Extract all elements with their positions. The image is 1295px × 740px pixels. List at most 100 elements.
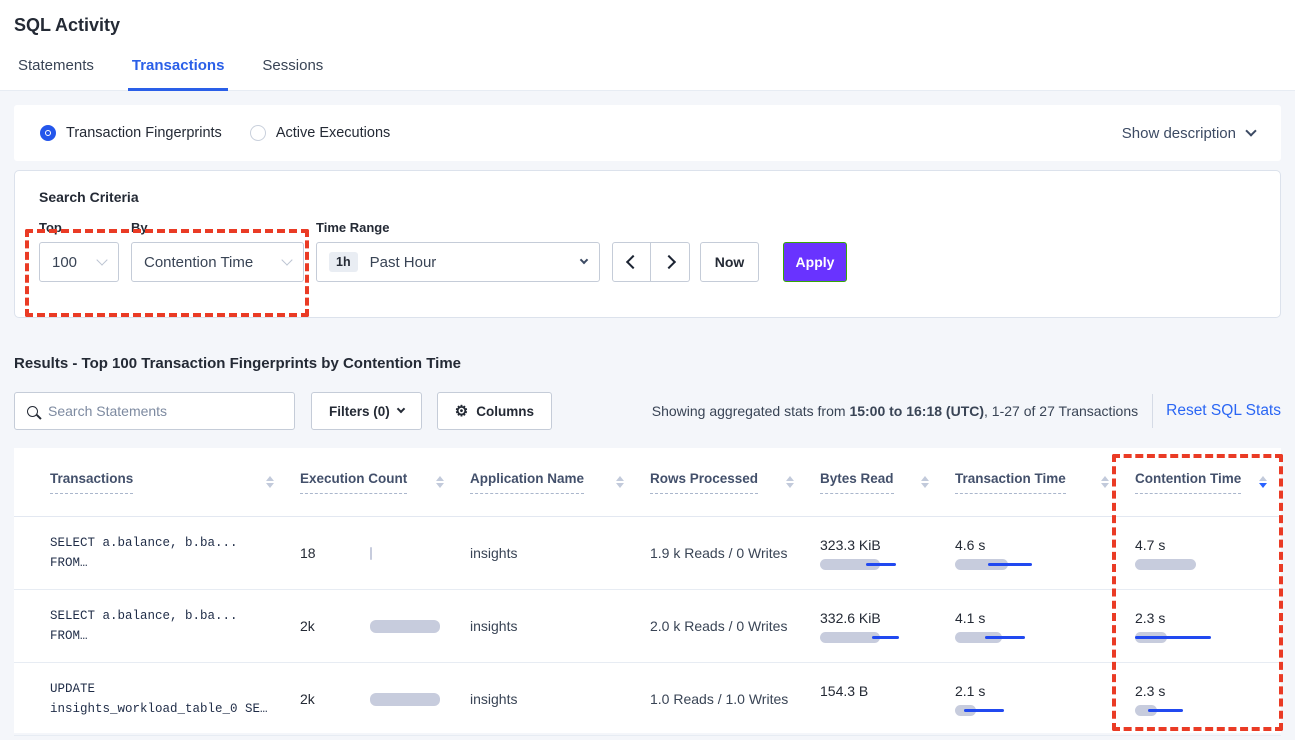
column-label: Execution Count xyxy=(300,471,407,494)
chevron-down-icon xyxy=(1245,125,1256,136)
results-heading: Results - Top 100 Transaction Fingerprin… xyxy=(14,355,1281,372)
bytes-read-cell: 154.3 B xyxy=(820,683,955,716)
bytes-read-metric: 154.3 B xyxy=(820,683,955,716)
sort-icon[interactable] xyxy=(616,476,624,488)
chevron-down-icon xyxy=(397,405,405,413)
bar-mean xyxy=(820,632,880,643)
execution-count-bar xyxy=(370,693,440,706)
query-line-1: SELECT a.balance, b.ba... xyxy=(50,533,238,553)
table-row[interactable]: UPDATEinsights_workload_table_0 SE…2kins… xyxy=(14,663,1281,736)
bar-stddev-line xyxy=(988,563,1032,566)
stats-time-range: 15:00 to 16:18 (UTC) xyxy=(849,403,984,419)
execution-count-cell: 18 xyxy=(300,545,470,561)
time-range-value: Past Hour xyxy=(370,254,437,271)
contention-time-metric: 2.3 s xyxy=(1135,610,1281,643)
table-header-row: Transactions Execution Count Application N… xyxy=(14,448,1281,517)
bytes-read-bar-chart xyxy=(820,559,955,570)
top-bar: SQL Activity StatementsTransactionsSessi… xyxy=(0,0,1295,91)
bytes-read-cell: 332.6 KiB xyxy=(820,610,955,643)
application-name-cell: insights xyxy=(470,691,650,707)
time-range-select[interactable]: 1h Past Hour xyxy=(316,242,600,282)
rows-processed-cell: 1.0 Reads / 1.0 Writes xyxy=(650,691,820,707)
column-label: Transaction Time xyxy=(955,471,1066,494)
bar-stddev-line xyxy=(1148,709,1183,712)
sort-icon[interactable] xyxy=(436,476,444,488)
bar-stddev-line xyxy=(872,636,899,639)
column-header-bytes-read[interactable]: Bytes Read xyxy=(820,471,955,494)
bar-stddev-line xyxy=(985,636,1025,639)
sort-icon[interactable] xyxy=(786,476,794,488)
execution-count-value: 18 xyxy=(300,545,370,561)
table-row[interactable]: SELECT a.balance, b.ba...FROM…2k insights… xyxy=(14,590,1281,663)
apply-button[interactable]: Apply xyxy=(783,242,847,282)
by-label: By xyxy=(131,220,304,235)
sort-desc-arrow-icon xyxy=(436,483,444,488)
transaction-time-cell: 2.1 s xyxy=(955,683,1135,716)
sort-desc-arrow-icon xyxy=(616,483,624,488)
sort-icon[interactable] xyxy=(266,476,274,488)
columns-button[interactable]: ⚙ Columns xyxy=(437,392,552,430)
sort-asc-arrow-icon xyxy=(1101,476,1109,481)
sort-asc-arrow-icon xyxy=(1259,476,1267,481)
radio-icon[interactable] xyxy=(40,125,56,141)
reset-sql-stats-link[interactable]: Reset SQL Stats xyxy=(1166,402,1281,420)
bytes-read-value: 323.3 KiB xyxy=(820,537,955,553)
contention-time-bar-chart xyxy=(1135,559,1281,570)
time-range-next-button[interactable] xyxy=(651,242,690,282)
column-header-transaction-time[interactable]: Transaction Time xyxy=(955,471,1135,494)
column-header-application-name[interactable]: Application Name xyxy=(470,471,650,494)
time-range-prev-button[interactable] xyxy=(612,242,651,282)
contention-time-metric: 2.3 s xyxy=(1135,683,1281,716)
contention-time-cell: 2.3 s xyxy=(1135,683,1281,716)
column-label: Contention Time xyxy=(1135,471,1241,494)
radio-active-executions[interactable]: Active Executions xyxy=(250,125,390,141)
column-header-execution-count[interactable]: Execution Count xyxy=(300,471,470,494)
contention-time-bar-chart xyxy=(1135,705,1281,716)
table-row[interactable]: SELECT a.balance, b.ba...FROM…18 insights… xyxy=(14,517,1281,590)
radio-transaction-fingerprints[interactable]: Transaction Fingerprints xyxy=(40,125,222,141)
sort-asc-arrow-icon xyxy=(436,476,444,481)
top-select[interactable]: 100 xyxy=(39,242,119,282)
query-line-2: insights_workload_table_0 SE… xyxy=(50,699,268,719)
application-name-cell: insights xyxy=(470,545,650,561)
bytes-read-cell: 323.3 KiB xyxy=(820,537,955,570)
chevron-left-icon xyxy=(626,255,640,269)
bar-stddev-line xyxy=(866,563,896,566)
show-description-toggle[interactable]: Show description xyxy=(1122,125,1255,142)
sort-icon[interactable] xyxy=(1259,476,1267,488)
by-field: By Contention Time xyxy=(119,220,304,282)
transaction-query-cell[interactable]: UPDATEinsights_workload_table_0 SE… xyxy=(50,679,300,719)
column-header-rows-processed[interactable]: Rows Processed xyxy=(650,471,820,494)
top-field: Top 100 xyxy=(39,220,119,282)
sort-icon[interactable] xyxy=(921,476,929,488)
search-criteria-card: Search Criteria Top 100 By Contention Ti… xyxy=(14,170,1281,318)
column-header-contention-time[interactable]: Contention Time xyxy=(1135,471,1281,494)
sort-desc-arrow-icon xyxy=(266,483,274,488)
tab-transactions[interactable]: Transactions xyxy=(128,57,229,91)
transaction-query-cell[interactable]: SELECT a.balance, b.ba...FROM… xyxy=(50,533,300,573)
transaction-query-cell[interactable]: SELECT a.balance, b.ba...FROM… xyxy=(50,606,300,646)
search-statements-input[interactable] xyxy=(48,403,282,419)
bytes-read-value: 332.6 KiB xyxy=(820,610,955,626)
filters-button[interactable]: Filters (0) xyxy=(311,392,422,430)
contention-time-cell: 2.3 s xyxy=(1135,610,1281,643)
column-label: Bytes Read xyxy=(820,471,894,494)
search-statements-box[interactable] xyxy=(14,392,295,430)
application-name-cell: insights xyxy=(470,618,650,634)
rows-processed-cell: 1.9 k Reads / 0 Writes xyxy=(650,545,820,561)
by-select[interactable]: Contention Time xyxy=(131,242,304,282)
tab-sessions[interactable]: Sessions xyxy=(258,57,327,90)
view-mode-radio-group: Transaction Fingerprints Active Execution… xyxy=(40,125,390,141)
execution-count-value: 2k xyxy=(300,618,370,634)
now-button[interactable]: Now xyxy=(700,242,759,282)
column-label: Transactions xyxy=(50,471,133,494)
tab-statements[interactable]: Statements xyxy=(14,57,98,90)
sort-icon[interactable] xyxy=(1101,476,1109,488)
contention-time-metric: 4.7 s xyxy=(1135,537,1281,570)
transaction-time-bar-chart xyxy=(955,632,1135,643)
sort-desc-arrow-icon xyxy=(1101,483,1109,488)
radio-icon[interactable] xyxy=(250,125,266,141)
column-header-transactions[interactable]: Transactions xyxy=(50,471,300,494)
tab-bar: Statements Transactions Sessions xyxy=(0,57,1295,91)
by-select-value: Contention Time xyxy=(144,254,253,271)
